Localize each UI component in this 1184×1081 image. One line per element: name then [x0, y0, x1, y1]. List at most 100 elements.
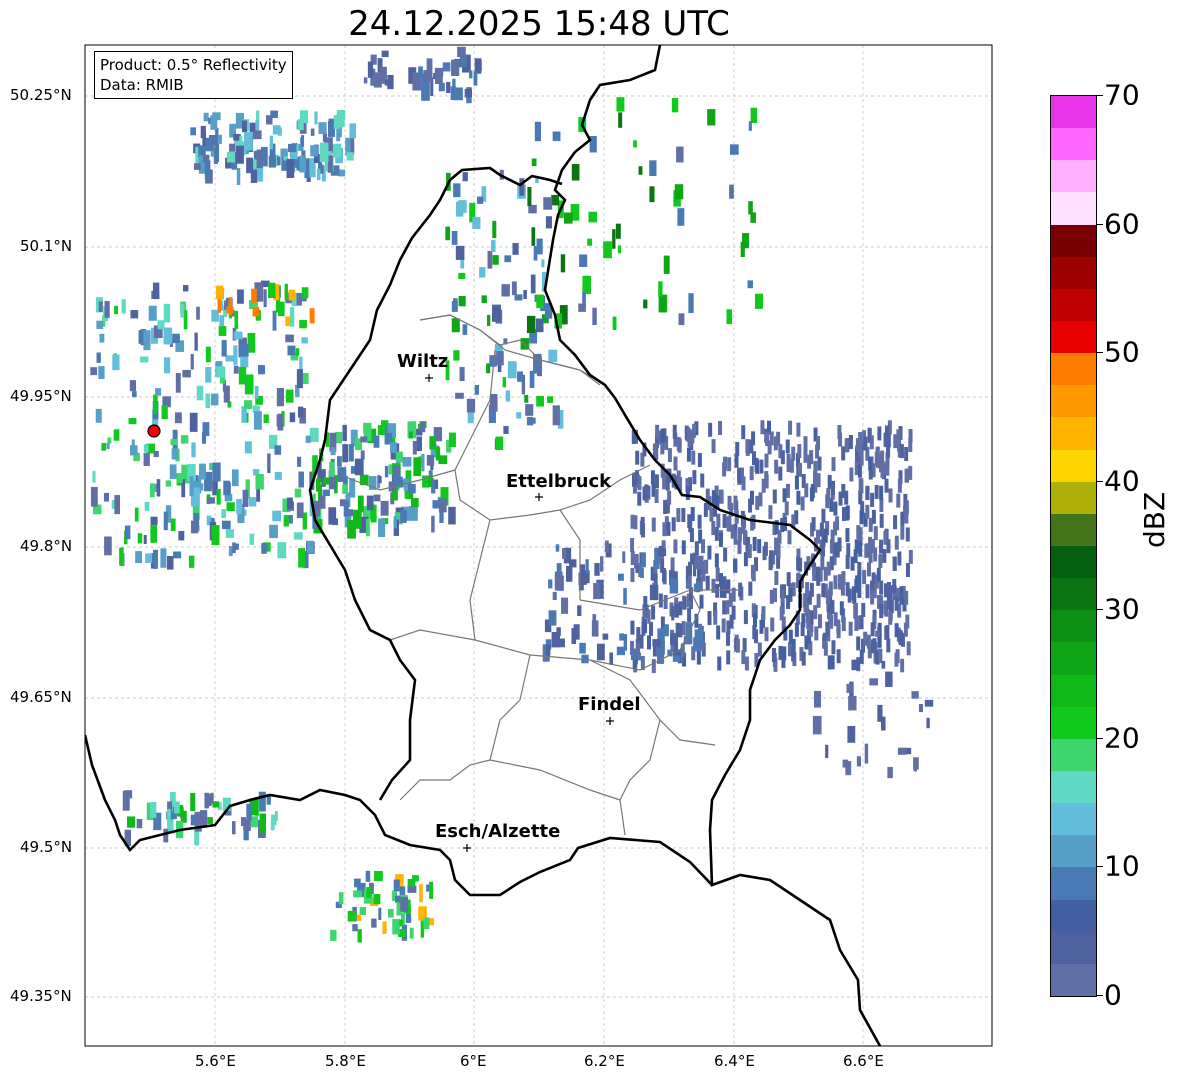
radar-echo	[839, 601, 844, 616]
radar-echo	[589, 136, 597, 153]
radar-echo	[810, 484, 815, 499]
radar-echo	[378, 907, 382, 920]
radar-echo	[526, 315, 536, 334]
radar-echo	[615, 223, 621, 239]
radar-echo	[218, 326, 227, 336]
radar-echo	[170, 439, 178, 446]
radar-echo	[501, 284, 510, 297]
radar-echo	[688, 293, 694, 314]
radar-echo	[872, 638, 877, 653]
radar-echo	[507, 361, 517, 379]
colorbar-bin	[1051, 771, 1096, 804]
radar-echo	[232, 821, 236, 835]
radar-echo	[841, 617, 846, 632]
radar-echo	[859, 510, 864, 525]
radar-echo	[160, 548, 167, 568]
radar-echo	[298, 548, 306, 568]
colorbar-tick-label: 30	[1104, 592, 1140, 626]
radar-echo	[818, 614, 823, 629]
radar-echo	[697, 453, 702, 468]
radar-echo	[865, 584, 870, 599]
radar-echo	[651, 517, 656, 532]
radar-echo	[897, 747, 907, 755]
radar-echo	[794, 622, 799, 637]
radar-echo	[677, 208, 685, 226]
radar-site-marker[interactable]	[147, 424, 161, 438]
radar-echo	[226, 502, 235, 512]
radar-echo	[825, 590, 830, 605]
radar-echo	[204, 160, 211, 180]
radar-echo	[310, 145, 318, 157]
radar-echo	[451, 318, 460, 333]
radar-echo	[770, 617, 775, 632]
radar-echo	[883, 530, 888, 545]
radar-echo	[258, 365, 266, 375]
radar-map[interactable]	[0, 0, 1184, 1081]
colorbar-tick-mark	[1096, 609, 1103, 611]
radar-echo	[649, 160, 657, 176]
radar-echo	[748, 121, 752, 131]
radar-echo	[906, 641, 911, 656]
radar-echo	[829, 614, 834, 629]
radar-echo	[486, 363, 491, 374]
radar-echo	[694, 555, 704, 570]
radar-echo	[726, 650, 731, 665]
radar-echo	[667, 490, 672, 505]
radar-echo	[643, 299, 648, 309]
radar-echo	[831, 640, 836, 655]
radar-echo	[630, 568, 635, 583]
radar-echo	[557, 638, 565, 648]
radar-echo	[163, 511, 168, 531]
radar-echo	[904, 509, 909, 524]
radar-echo	[191, 520, 199, 534]
radar-echo	[782, 488, 787, 503]
radar-echo	[646, 635, 651, 650]
radar-echo	[913, 757, 919, 770]
radar-echo	[560, 254, 566, 273]
radar-echo	[438, 82, 445, 92]
radar-echo	[911, 691, 919, 699]
radar-echo	[761, 606, 766, 621]
radar-echo	[772, 489, 777, 504]
radar-echo	[561, 597, 569, 614]
radar-echo	[525, 404, 534, 416]
radar-echo	[900, 525, 905, 540]
radar-echo	[393, 879, 400, 892]
radar-echo	[760, 420, 765, 435]
radar-echo	[672, 655, 680, 662]
radar-echo	[489, 393, 498, 412]
colorbar	[1050, 95, 1097, 997]
radar-echo	[649, 186, 655, 203]
radar-echo	[877, 454, 882, 469]
radar-echo	[210, 792, 214, 804]
radar-echo	[855, 575, 860, 590]
colorbar-bin	[1051, 128, 1096, 161]
radar-echo	[113, 429, 120, 441]
radar-echo	[866, 562, 871, 577]
radar-echo	[762, 546, 767, 561]
radar-echo	[803, 436, 808, 451]
radar-echo	[469, 70, 473, 79]
radar-echo	[678, 623, 683, 638]
radar-echo	[247, 333, 256, 353]
radar-echo	[838, 491, 843, 506]
radar-echo	[666, 521, 671, 536]
radar-echo	[563, 212, 573, 224]
radar-echo	[274, 811, 278, 821]
radar-echo	[477, 196, 484, 204]
radar-echo	[216, 366, 225, 378]
radar-echo	[676, 470, 681, 485]
radar-echo	[373, 72, 382, 88]
radar-echo	[857, 463, 862, 478]
radar-echo	[883, 583, 888, 598]
radar-echo	[728, 592, 733, 607]
canton-borders	[339, 314, 740, 836]
radar-echo	[411, 498, 419, 508]
radar-echo	[423, 917, 430, 930]
radar-echo	[719, 573, 724, 588]
radar-echo	[419, 883, 423, 903]
radar-echo	[429, 881, 434, 899]
radar-echo	[863, 631, 868, 646]
radar-echo	[877, 426, 882, 441]
radar-echo	[663, 500, 668, 515]
